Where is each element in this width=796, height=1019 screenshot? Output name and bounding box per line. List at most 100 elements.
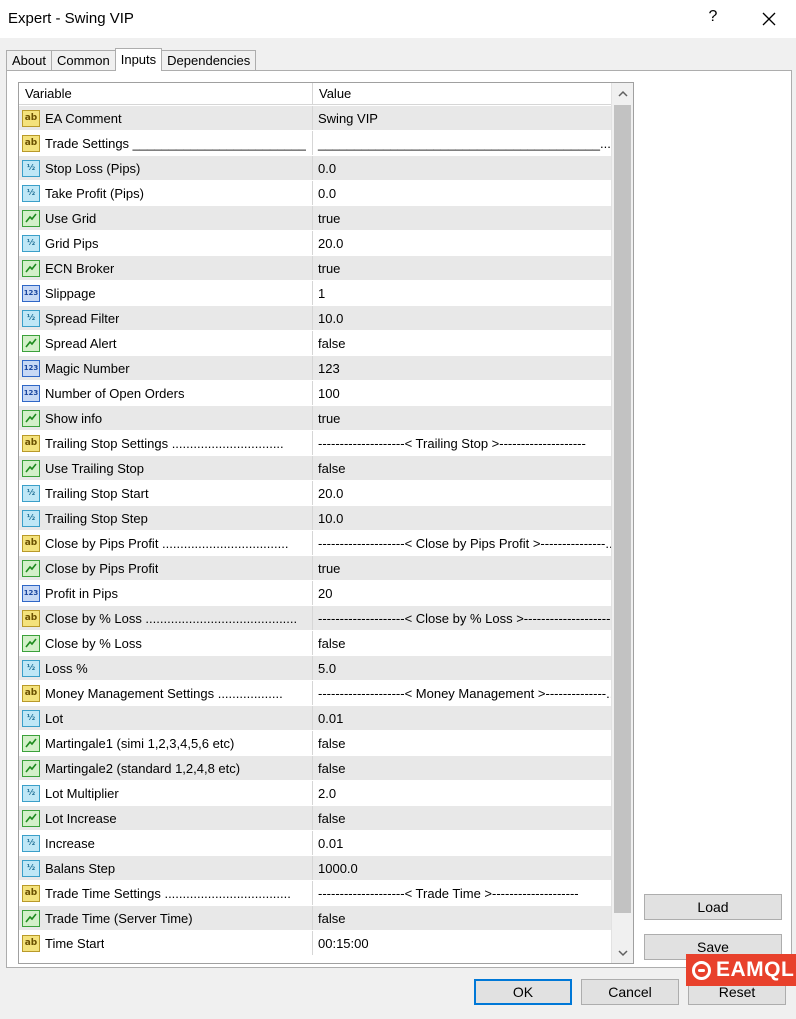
vertical-scrollbar[interactable] <box>611 83 633 963</box>
table-row[interactable]: 123 Slippage 1 <box>19 281 611 306</box>
table-row[interactable]: Martingale1 (simi 1,2,3,4,5,6 etc) false <box>19 731 611 756</box>
variable-cell[interactable]: ab EA Comment <box>19 106 313 130</box>
variable-cell[interactable]: ab Trailing Stop Settings ...............… <box>19 431 313 455</box>
table-row[interactable]: ab Trade Time Settings ..................… <box>19 881 611 906</box>
tab-about[interactable]: About <box>6 50 52 70</box>
cancel-button[interactable]: Cancel <box>581 979 679 1005</box>
table-row[interactable]: ab Trade Settings _______________________… <box>19 131 611 156</box>
value-cell[interactable]: true <box>313 206 611 230</box>
value-cell[interactable]: 0.01 <box>313 706 611 730</box>
value-cell[interactable]: 00:15:00 <box>313 931 611 955</box>
table-row[interactable]: ½ Loss % 5.0 <box>19 656 611 681</box>
variable-cell[interactable]: 123 Profit in Pips <box>19 581 313 605</box>
table-row[interactable]: ½ Increase 0.01 <box>19 831 611 856</box>
variable-cell[interactable]: ½ Take Profit (Pips) <box>19 181 313 205</box>
table-row[interactable]: Spread Alert false <box>19 331 611 356</box>
load-button[interactable]: Load <box>644 894 782 920</box>
tab-common[interactable]: Common <box>50 50 116 70</box>
table-row[interactable]: 123 Magic Number 123 <box>19 356 611 381</box>
table-row[interactable]: Use Grid true <box>19 206 611 231</box>
value-cell[interactable]: Swing VIP <box>313 106 611 130</box>
tab-dependencies[interactable]: Dependencies <box>161 50 257 70</box>
value-cell[interactable]: 2.0 <box>313 781 611 805</box>
variable-cell[interactable]: 123 Slippage <box>19 281 313 305</box>
table-row[interactable]: ½ Lot 0.01 <box>19 706 611 731</box>
ok-button[interactable]: OK <box>474 979 572 1005</box>
variable-cell[interactable]: Lot Increase <box>19 806 313 830</box>
scroll-down-button[interactable] <box>612 943 633 963</box>
scroll-thumb[interactable] <box>614 105 631 913</box>
variable-cell[interactable]: Use Trailing Stop <box>19 456 313 480</box>
variable-cell[interactable]: 123 Number of Open Orders <box>19 381 313 405</box>
table-row[interactable]: Show info true <box>19 406 611 431</box>
close-button[interactable] <box>756 6 782 32</box>
value-cell[interactable]: _______________________________________.… <box>313 131 611 155</box>
value-cell[interactable]: --------------------< Trailing Stop >---… <box>313 431 611 455</box>
variable-cell[interactable]: ½ Trailing Stop Start <box>19 481 313 505</box>
tab-inputs[interactable]: Inputs <box>114 48 163 71</box>
table-row[interactable]: ab Close by % Loss ......................… <box>19 606 611 631</box>
value-cell[interactable]: --------------------< Money Management >… <box>313 681 611 705</box>
variable-cell[interactable]: ½ Loss % <box>19 656 313 680</box>
value-cell[interactable]: 10.0 <box>313 506 611 530</box>
value-cell[interactable]: 100 <box>313 381 611 405</box>
table-row[interactable]: Trade Time (Server Time) false <box>19 906 611 931</box>
help-button[interactable]: ? <box>703 8 723 26</box>
value-cell[interactable]: --------------------< Close by Pips Prof… <box>313 531 611 555</box>
variable-cell[interactable]: ½ Lot <box>19 706 313 730</box>
value-cell[interactable]: --------------------< Trade Time >------… <box>313 881 611 905</box>
value-cell[interactable]: false <box>313 731 611 755</box>
table-row[interactable]: 123 Profit in Pips 20 <box>19 581 611 606</box>
variable-cell[interactable]: Martingale2 (standard 1,2,4,8 etc) <box>19 756 313 780</box>
value-cell[interactable]: 123 <box>313 356 611 380</box>
table-row[interactable]: ½ Spread Filter 10.0 <box>19 306 611 331</box>
value-cell[interactable]: false <box>313 906 611 930</box>
value-cell[interactable]: true <box>313 256 611 280</box>
table-row[interactable]: ab Close by Pips Profit .................… <box>19 531 611 556</box>
variable-cell[interactable]: ab Time Start <box>19 931 313 955</box>
variable-cell[interactable]: Spread Alert <box>19 331 313 355</box>
value-cell[interactable]: --------------------< Close by % Loss >-… <box>313 606 611 630</box>
value-cell[interactable]: 20 <box>313 581 611 605</box>
table-row[interactable]: ½ Trailing Stop Start 20.0 <box>19 481 611 506</box>
table-row[interactable]: ½ Trailing Stop Step 10.0 <box>19 506 611 531</box>
value-cell[interactable]: 20.0 <box>313 481 611 505</box>
variable-cell[interactable]: ECN Broker <box>19 256 313 280</box>
table-row[interactable]: Close by Pips Profit true <box>19 556 611 581</box>
table-row[interactable]: 123 Number of Open Orders 100 <box>19 381 611 406</box>
table-row[interactable]: ½ Take Profit (Pips) 0.0 <box>19 181 611 206</box>
variable-cell[interactable]: ½ Grid Pips <box>19 231 313 255</box>
value-cell[interactable]: false <box>313 331 611 355</box>
value-cell[interactable]: true <box>313 556 611 580</box>
variable-cell[interactable]: ½ Lot Multiplier <box>19 781 313 805</box>
value-cell[interactable]: false <box>313 456 611 480</box>
variable-cell[interactable]: Close by Pips Profit <box>19 556 313 580</box>
table-row[interactable]: ½ Stop Loss (Pips) 0.0 <box>19 156 611 181</box>
table-row[interactable]: ½ Balans Step 1000.0 <box>19 856 611 881</box>
table-row[interactable]: ECN Broker true <box>19 256 611 281</box>
variable-cell[interactable]: ab Close by Pips Profit .................… <box>19 531 313 555</box>
variable-cell[interactable]: ½ Trailing Stop Step <box>19 506 313 530</box>
table-row[interactable]: ab Money Management Settings ............… <box>19 681 611 706</box>
variable-cell[interactable]: ½ Stop Loss (Pips) <box>19 156 313 180</box>
column-header-value[interactable]: Value <box>313 83 611 105</box>
variable-cell[interactable]: ½ Increase <box>19 831 313 855</box>
variable-cell[interactable]: Show info <box>19 406 313 430</box>
variable-cell[interactable]: ½ Spread Filter <box>19 306 313 330</box>
table-row[interactable]: Use Trailing Stop false <box>19 456 611 481</box>
table-row[interactable]: Martingale2 (standard 1,2,4,8 etc) false <box>19 756 611 781</box>
value-cell[interactable]: false <box>313 806 611 830</box>
value-cell[interactable]: 0.0 <box>313 156 611 180</box>
value-cell[interactable]: true <box>313 406 611 430</box>
value-cell[interactable]: 5.0 <box>313 656 611 680</box>
variable-cell[interactable]: ab Trade Settings _______________________… <box>19 131 313 155</box>
variable-cell[interactable]: ab Trade Time Settings ..................… <box>19 881 313 905</box>
variable-cell[interactable]: ab Money Management Settings ............… <box>19 681 313 705</box>
variable-cell[interactable]: ½ Balans Step <box>19 856 313 880</box>
value-cell[interactable]: 20.0 <box>313 231 611 255</box>
column-header-variable[interactable]: Variable <box>19 83 313 105</box>
table-row[interactable]: ab Trailing Stop Settings ...............… <box>19 431 611 456</box>
table-row[interactable]: ½ Lot Multiplier 2.0 <box>19 781 611 806</box>
value-cell[interactable]: 1 <box>313 281 611 305</box>
value-cell[interactable]: false <box>313 631 611 655</box>
